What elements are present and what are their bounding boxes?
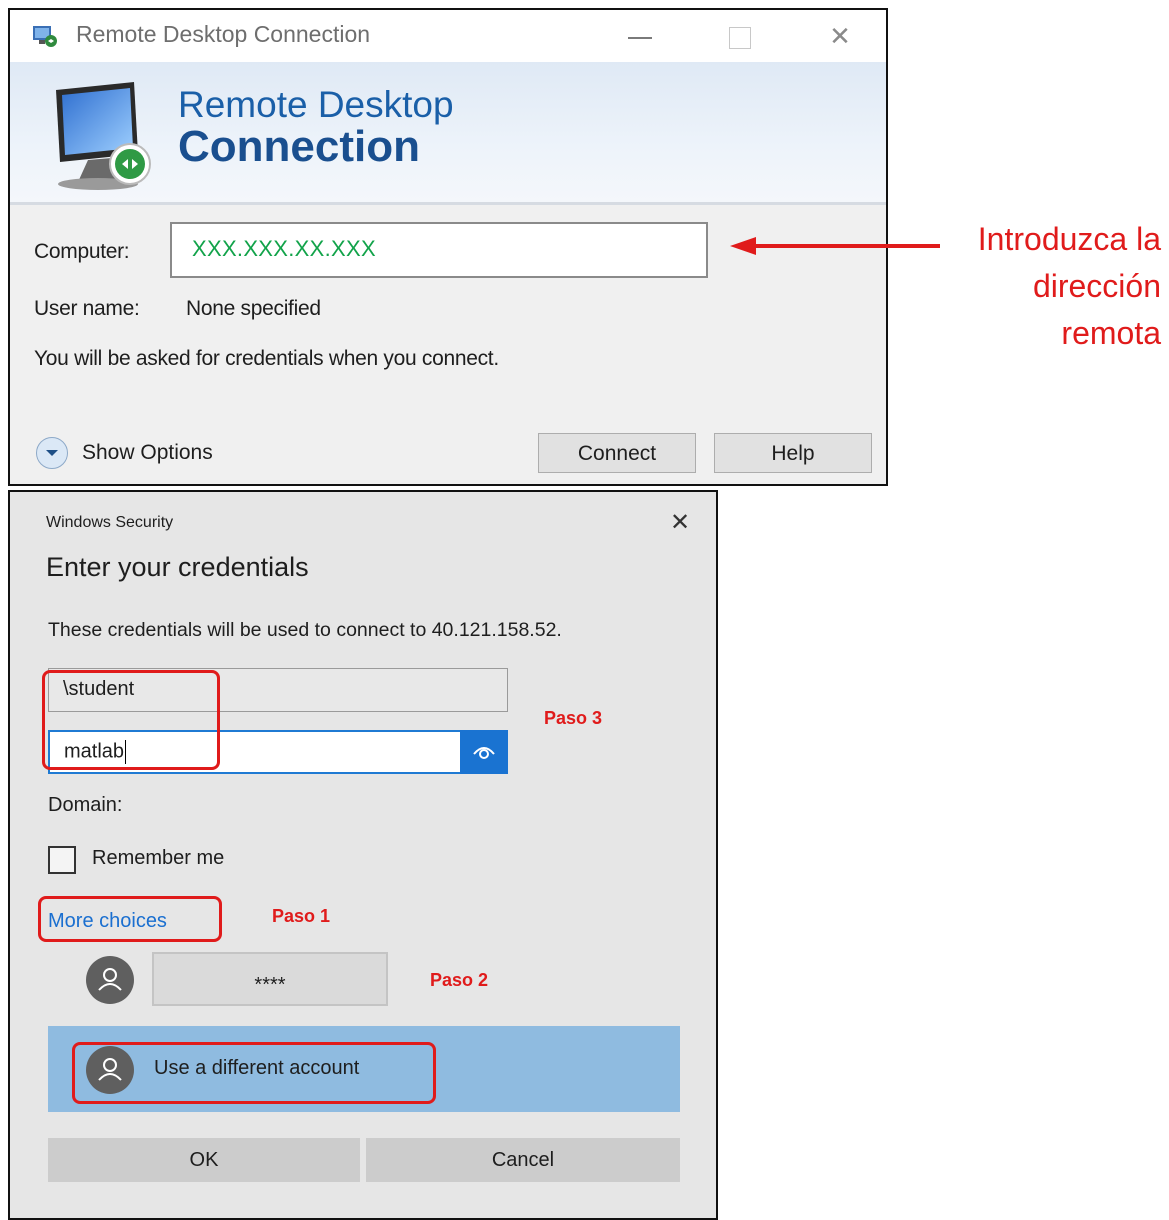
maximize-icon [729, 27, 751, 50]
annotation-arrow-icon [730, 237, 940, 255]
minimize-icon [628, 37, 652, 40]
username-label: User name: [34, 297, 140, 320]
maximize-button[interactable] [710, 14, 770, 58]
close-icon: ✕ [829, 21, 851, 51]
monitor-icon [56, 82, 151, 190]
remember-me-checkbox[interactable] [48, 846, 76, 874]
ok-button[interactable]: OK [48, 1138, 360, 1182]
close-icon[interactable]: ✕ [670, 508, 690, 537]
computer-label: Computer: [34, 240, 130, 263]
credentials-note: You will be asked for credentials when y… [34, 347, 499, 370]
annotation-line3: remota [1061, 315, 1161, 351]
username-value: None specified [186, 297, 321, 320]
annotation-line2: dirección [1032, 268, 1161, 304]
domain-label: Domain: [48, 794, 123, 816]
step3-label: Paso 3 [544, 708, 603, 728]
step2-label: Paso 2 [430, 970, 489, 990]
annotation-text: Introduzca la dirección remota [978, 216, 1161, 357]
computer-input[interactable]: XXX.XXX.XX.XXX [170, 222, 708, 278]
dialog-description: These credentials will be used to connec… [48, 619, 562, 641]
title-bar: Remote Desktop Connection ✕ [10, 10, 886, 62]
cancel-button[interactable]: Cancel [366, 1138, 680, 1182]
remote-desktop-app-icon [33, 26, 57, 47]
annotation-line1: Introduzca la [977, 221, 1161, 257]
close-button[interactable]: ✕ [810, 14, 870, 58]
dialog-heading: Enter your credentials [46, 552, 309, 582]
step1-label: Paso 1 [272, 906, 331, 926]
banner-title-line2: Connection [178, 122, 420, 171]
banner-title-line1: Remote Desktop [178, 84, 454, 125]
chevron-down-icon [36, 437, 68, 469]
show-options-label: Show Options [82, 441, 213, 464]
user-avatar-icon [86, 956, 134, 1004]
connect-button[interactable]: Connect [538, 433, 696, 473]
show-options-toggle[interactable]: Show Options [36, 437, 213, 469]
saved-account-tile[interactable]: **** [152, 952, 388, 1006]
step3-highlight [42, 670, 220, 770]
different-account-highlight [72, 1042, 436, 1104]
minimize-button[interactable] [610, 14, 670, 58]
dialog-title: Windows Security [46, 514, 174, 531]
banner: Remote Desktop Connection [10, 62, 886, 205]
eye-icon [473, 747, 495, 759]
window-title: Remote Desktop Connection [76, 21, 371, 47]
reveal-password-button[interactable] [460, 730, 508, 774]
help-button[interactable]: Help [714, 433, 872, 473]
step1-highlight [38, 896, 222, 942]
windows-security-dialog: Windows Security ✕ Enter your credential… [8, 490, 718, 1220]
remember-me-label: Remember me [92, 847, 225, 869]
